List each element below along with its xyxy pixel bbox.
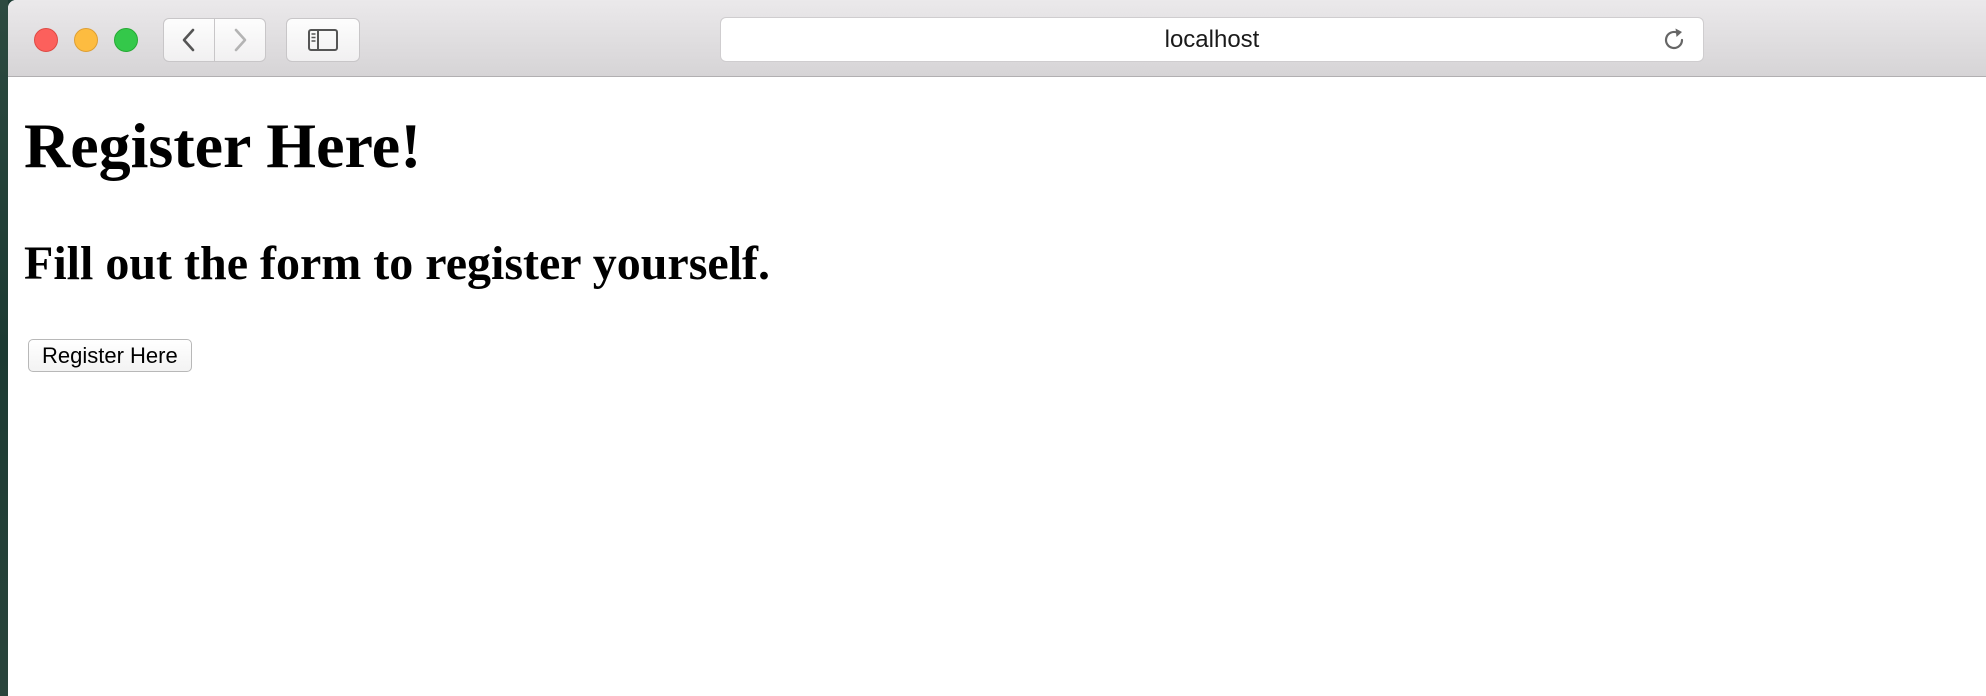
minimize-window-button[interactable]	[74, 28, 98, 52]
chevron-left-icon	[182, 28, 195, 52]
sidebar-toggle-button[interactable]	[286, 18, 360, 62]
browser-window: localhost Register Here! Fill out the fo…	[8, 0, 1986, 696]
address-bar[interactable]: localhost	[720, 17, 1704, 62]
page-content: Register Here! Fill out the form to regi…	[8, 78, 1986, 696]
maximize-window-button[interactable]	[114, 28, 138, 52]
desktop-background	[0, 0, 8, 696]
chevron-right-icon	[234, 28, 247, 52]
back-button[interactable]	[163, 18, 215, 62]
register-button[interactable]: Register Here	[28, 339, 192, 372]
page-heading: Register Here!	[24, 110, 422, 181]
address-text: localhost	[1164, 25, 1260, 53]
sidebar-icon	[308, 29, 338, 51]
reload-icon[interactable]	[1661, 27, 1687, 53]
close-window-button[interactable]	[34, 28, 58, 52]
browser-toolbar: localhost	[8, 0, 1986, 77]
page-subheading: Fill out the form to register yourself.	[24, 237, 771, 290]
forward-button[interactable]	[215, 18, 266, 62]
